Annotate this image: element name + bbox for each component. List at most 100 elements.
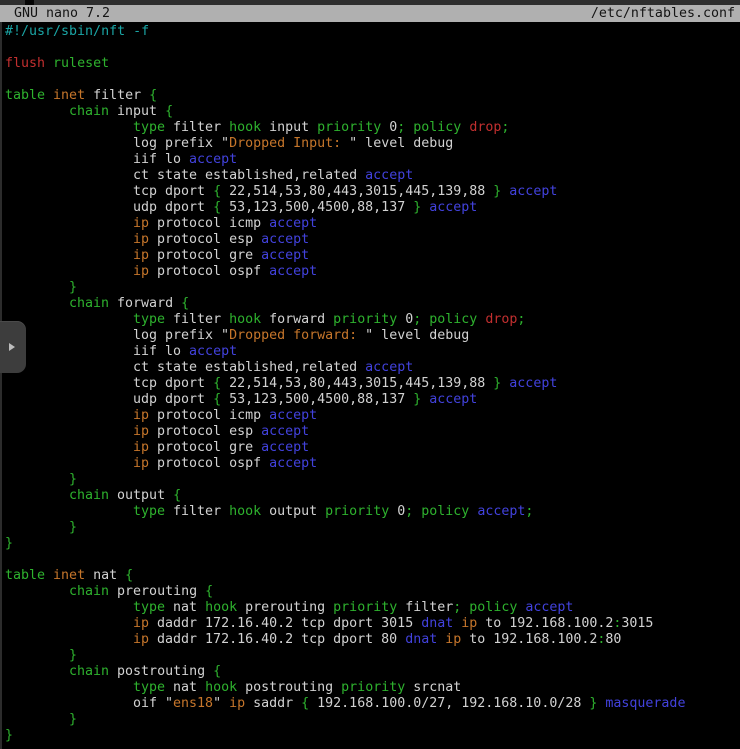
code-token: postrouting: [109, 664, 213, 679]
code-line: ct state established,related accept: [0, 168, 740, 184]
code-token: {: [205, 584, 213, 599]
code-token: ct state established,related: [133, 360, 365, 375]
code-line: type filter hook forward priority 0; pol…: [0, 312, 740, 328]
code-line: log prefix "Dropped Input: " level debug: [0, 136, 740, 152]
code-token: prerouting: [237, 600, 333, 615]
code-token: accept: [477, 504, 525, 519]
code-token: priority: [333, 600, 397, 615]
code-token: ruleset: [53, 56, 109, 71]
code-token: inet: [53, 88, 85, 103]
code-line: udp dport { 53,123,500,4500,88,137 } acc…: [0, 392, 740, 408]
editor-area[interactable]: #!/usr/sbin/nft -f flush ruleset table ine…: [0, 22, 740, 749]
code-token: 22,514,53,80,443,3015,445,139,88: [221, 184, 493, 199]
code-line: tcp dport { 22,514,53,80,443,3015,445,13…: [0, 184, 740, 200]
code-token: Dropped Input:: [229, 136, 349, 151]
code-token: accept: [189, 152, 237, 167]
code-token: input: [261, 120, 317, 135]
code-line: #!/usr/sbin/nft -f: [0, 24, 740, 40]
code-token: nat: [85, 568, 125, 583]
code-token: dnat: [421, 616, 453, 631]
code-token: [45, 56, 53, 71]
code-line: iif lo accept: [0, 344, 740, 360]
code-token: ip: [133, 616, 149, 631]
code-line: }: [0, 520, 740, 536]
code-token: log prefix ": [133, 328, 229, 343]
code-token: input: [109, 104, 165, 119]
code-token: ip: [133, 424, 149, 439]
code-token: to 192.168.100.2: [461, 632, 597, 647]
code-token: table: [5, 568, 45, 583]
code-token: #!/usr/sbin/nft -f: [5, 24, 149, 39]
code-line: table inet nat {: [0, 568, 740, 584]
code-token: iif lo: [133, 344, 189, 359]
code-token: }: [69, 472, 77, 487]
code-token: priority: [333, 312, 397, 327]
code-token: accept: [189, 344, 237, 359]
code-token: hook: [229, 312, 261, 327]
code-line: [0, 552, 740, 568]
code-line: type nat hook postrouting priority srcna…: [0, 680, 740, 696]
code-token: udp dport: [133, 392, 213, 407]
code-token: accept: [269, 456, 317, 471]
code-line: ip protocol icmp accept: [0, 408, 740, 424]
code-token: filter: [165, 312, 229, 327]
code-token: hook: [229, 504, 261, 519]
code-token: [45, 88, 53, 103]
code-token: {: [173, 488, 181, 503]
code-token: ip: [133, 248, 149, 263]
code-token: }: [5, 728, 13, 743]
code-line: chain output {: [0, 488, 740, 504]
code-token: hook: [205, 600, 237, 615]
code-token: accept: [365, 168, 413, 183]
code-token: ip: [461, 616, 477, 631]
code-token: masquerade: [605, 696, 685, 711]
code-token: filter: [397, 600, 453, 615]
code-token: ip: [133, 456, 149, 471]
code-line: type filter hook input priority 0; polic…: [0, 120, 740, 136]
file-path-label: /etc/nftables.conf: [591, 6, 735, 22]
code-token: filter: [165, 120, 229, 135]
code-line: type filter hook output priority 0; poli…: [0, 504, 740, 520]
code-token: protocol gre: [149, 440, 261, 455]
code-token: drop: [469, 120, 501, 135]
code-token: protocol icmp: [149, 408, 269, 423]
left-edge-line: [0, 22, 2, 749]
code-token: ": [213, 696, 229, 711]
code-line: chain postrouting {: [0, 664, 740, 680]
code-token: hook: [205, 680, 237, 695]
code-line: [0, 40, 740, 56]
code-token: " level debug: [349, 136, 453, 151]
terminal-screen: GNU nano 7.2 /etc/nftables.conf #!/usr/s…: [0, 0, 740, 749]
code-token: }: [69, 712, 77, 727]
code-token: 0: [397, 312, 413, 327]
code-token: accept: [269, 264, 317, 279]
code-token: {: [181, 296, 189, 311]
code-token: accept: [261, 248, 309, 263]
code-token: chain: [69, 488, 109, 503]
code-line: chain prerouting {: [0, 584, 740, 600]
code-token: [45, 568, 53, 583]
code-token: nat: [165, 600, 205, 615]
expand-arrow-icon: [9, 343, 15, 351]
code-token: {: [213, 184, 221, 199]
sidebar-handle[interactable]: [0, 321, 26, 373]
code-token: ip: [133, 408, 149, 423]
code-token: 3015: [621, 616, 653, 631]
code-token: protocol gre: [149, 248, 261, 263]
code-token: ct state established,related: [133, 168, 365, 183]
code-line: }: [0, 712, 740, 728]
code-line: type nat hook prerouting priority filter…: [0, 600, 740, 616]
code-token: 80: [605, 632, 621, 647]
code-token: type: [133, 600, 165, 615]
code-token: output: [261, 504, 325, 519]
code-token: " level debug: [365, 328, 469, 343]
code-token: ip: [445, 632, 461, 647]
code-token: protocol icmp: [149, 216, 269, 231]
code-token: chain: [69, 584, 109, 599]
code-line: flush ruleset: [0, 56, 740, 72]
code-token: ip: [133, 232, 149, 247]
code-token: }: [69, 280, 77, 295]
code-token: chain: [69, 104, 109, 119]
code-token: protocol esp: [149, 424, 261, 439]
code-line: chain input {: [0, 104, 740, 120]
